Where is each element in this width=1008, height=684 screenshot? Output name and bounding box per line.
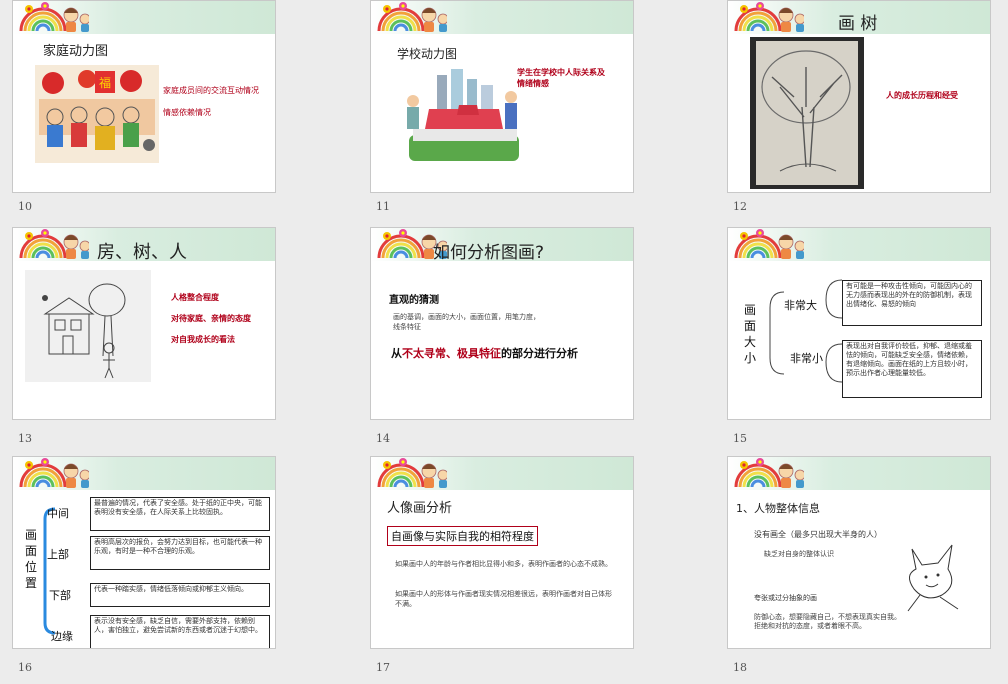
slide-title: 学校动力图 xyxy=(397,47,458,61)
rainbow-children-decoration xyxy=(734,1,804,34)
abstract-figure-sketch xyxy=(907,544,959,612)
rainbow-children-decoration xyxy=(734,457,804,490)
slide-number-14: 14 xyxy=(376,432,390,445)
note-line-1: 人格整合程度 xyxy=(171,293,219,302)
vertical-label: 画面大小 xyxy=(744,303,757,365)
description-box-bottom: 代表一种踏实感，情绪低落倾向或抑郁主义倾向。 xyxy=(90,583,270,607)
emphasis-statement: 从不太寻常、极具特征的部分进行分析 xyxy=(391,347,578,360)
rainbow-children-decoration xyxy=(19,228,89,261)
vertical-label: 画面位置 xyxy=(25,528,38,590)
tree-drawing-photo xyxy=(750,37,864,189)
slide-thumbnail-11[interactable]: 学校动力图 学生在学校中人际关系及 情绪情感 xyxy=(370,0,634,193)
slide-title: 家庭动力图 xyxy=(43,44,109,59)
info-line-1: 没有画全（最多只出现大半身的人） xyxy=(754,530,882,539)
description-box-middle: 最普遍的情况，代表了安全感。处于纸的正中央，可能表明没有安全感，在人际关系上比较… xyxy=(90,497,270,531)
branch-label-edge: 边缘 xyxy=(51,630,73,643)
slide-number-13: 13 xyxy=(18,432,32,445)
info-line-2: 缺乏对自身的整体认识 xyxy=(764,550,834,558)
section-subtitle: 直观的猜测 xyxy=(389,295,439,306)
slide-number-16: 16 xyxy=(18,661,32,674)
rainbow-children-decoration xyxy=(19,457,89,490)
slide-number-18: 18 xyxy=(733,661,747,674)
slide-number-10: 10 xyxy=(18,200,32,213)
note-line-2: 情感依赖情况 xyxy=(163,108,211,117)
description-box-large: 有可能是一种攻击性倾向，可能因内心的无力感而表现出的外在的防御机制，表现出情绪化… xyxy=(842,280,982,326)
description-line-2: 线条特征 xyxy=(393,323,421,331)
note-line-1: 学生在学校中人际关系及 xyxy=(517,68,605,77)
position-bracket xyxy=(43,507,56,635)
branch-label-bottom: 下部 xyxy=(49,589,71,602)
family-drawing-image: 福 xyxy=(35,65,159,163)
slide-thumbnail-10[interactable]: 家庭动力图 福 家庭成员间的交流互动情况 情感依赖情况 xyxy=(12,0,276,193)
paragraph-2: 如果画中人的形体与作画者现实情况相差很远，表明作画者对自己体形不满。 xyxy=(395,590,612,608)
slide-thumbnail-17[interactable]: 人像画分析 自画像与实际自我的相符程度 如果画中人的年龄与作者相比显得小和多，表… xyxy=(370,456,634,649)
slide-number-12: 12 xyxy=(733,200,747,213)
branch-label-small: 非常小 xyxy=(790,352,823,365)
info-line-3: 夸张或过分抽象的画 xyxy=(754,594,817,602)
slide-title: 人像画分析 xyxy=(387,501,453,516)
note-line-2: 情绪情感 xyxy=(517,79,549,88)
slide-title: 如何分析图画? xyxy=(433,243,545,263)
slide-number-17: 17 xyxy=(376,661,390,674)
slide-title: 房、树、人 xyxy=(97,242,187,263)
note-line-1: 人的成长历程和经受 xyxy=(886,91,958,100)
branch-label-middle: 中间 xyxy=(47,507,69,520)
slide-thumbnail-12[interactable]: 画 树 人的成长历程和经受 xyxy=(727,0,991,193)
school-scene-image xyxy=(407,69,519,161)
slide-thumbnail-16[interactable]: 画面位置 中间 上部 下部 边缘 最普遍的情况，代表了安全感。处于纸的正中央，可… xyxy=(12,456,276,649)
paragraph-1: 如果画中人的年龄与作者相比显得小和多，表明作画者的心态不成熟。 xyxy=(395,560,612,568)
rainbow-children-decoration xyxy=(734,228,804,261)
slide-thumbnail-13[interactable]: 房、树、人 人格整合程度 对待家庭、亲情的态度 对自我成长的看法 xyxy=(12,227,276,420)
house-tree-person-drawing xyxy=(25,270,151,382)
slide-number-11: 11 xyxy=(376,200,390,213)
rainbow-children-decoration xyxy=(377,457,447,490)
svg-text:福: 福 xyxy=(99,75,111,90)
description-box-edge: 表示没有安全感，缺乏自信，需要外部支持，依赖别人，害怕独立，避免尝试新的东西或者… xyxy=(90,615,270,648)
info-line-5: 拒绝和对抗的态度，或者着眼不高。 xyxy=(754,622,866,630)
slide-thumbnail-14[interactable]: 如何分析图画? 直观的猜测 画的基调，画面的大小，画面位置，用笔力度， 线条特征… xyxy=(370,227,634,420)
note-line-3: 对自我成长的看法 xyxy=(171,335,235,344)
description-box-small: 表现出对自我评价较低，抑郁、退缩或羞怯的倾向，可能缺乏安全感，情绪依赖，有退缩倾… xyxy=(842,340,982,398)
note-line-2: 对待家庭、亲情的态度 xyxy=(171,314,251,323)
note-line-1: 家庭成员间的交流互动情况 xyxy=(163,86,259,95)
slide-number-15: 15 xyxy=(733,432,747,445)
slide-title: 画 树 xyxy=(838,14,878,34)
slide-thumbnail-15[interactable]: 画面大小 非常大 非常小 有可能是一种攻击性倾向，可能因内心的无力感而表现出的外… xyxy=(727,227,991,420)
slide-thumbnail-18[interactable]: 1、人物整体信息 没有画全（最多只出现大半身的人） 缺乏对自身的整体认识 夸张或… xyxy=(727,456,991,649)
description-box-top: 表明高层次的报负，会努力达到目标，也可能代表一种乐观，有时是一种不合理的乐观。 xyxy=(90,536,270,570)
slide-title: 1、人物整体信息 xyxy=(736,502,820,515)
branch-label-top: 上部 xyxy=(47,548,69,561)
rainbow-children-decoration xyxy=(19,1,89,34)
rainbow-children-decoration xyxy=(377,1,447,34)
boxed-heading: 自画像与实际自我的相符程度 xyxy=(387,526,538,546)
branch-label-large: 非常大 xyxy=(784,299,817,312)
description-line-1: 画的基调，画面的大小，画面位置，用笔力度， xyxy=(393,313,540,321)
